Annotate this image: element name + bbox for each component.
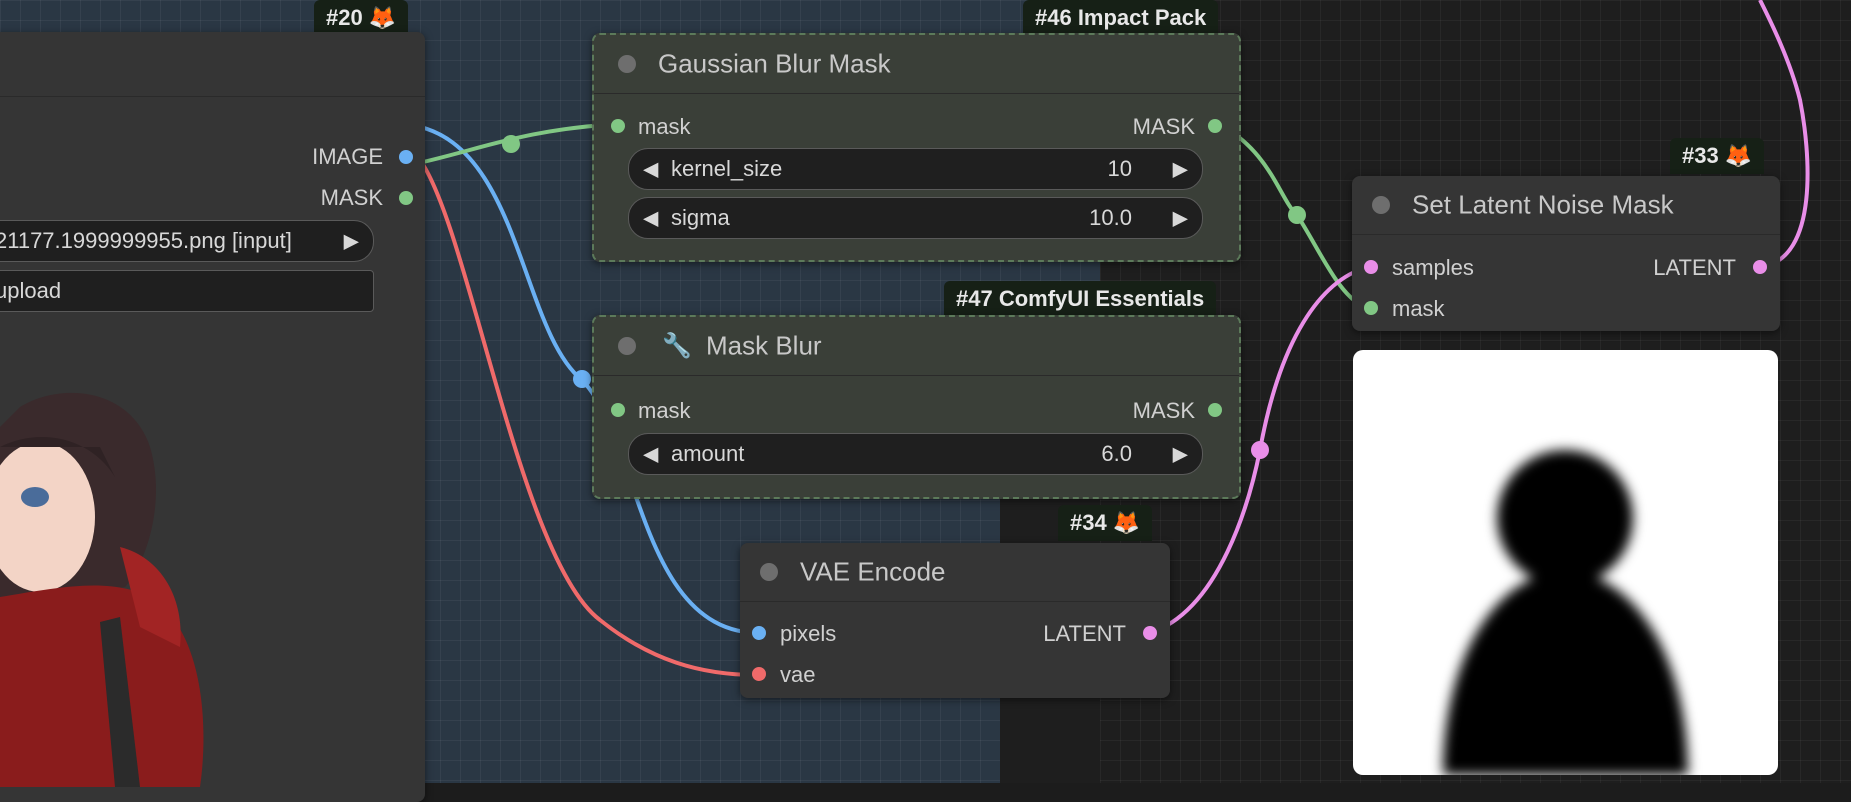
fox-icon: 🦊 — [1112, 510, 1141, 535]
output-slot-mask[interactable] — [1208, 119, 1222, 133]
reroute-dot[interactable] — [1251, 441, 1269, 459]
collapse-dot-icon[interactable] — [1372, 196, 1390, 214]
image-select-field[interactable]: 21177.1999999955.png [input] ▶ — [0, 220, 374, 262]
input-slot-samples[interactable] — [1364, 260, 1378, 274]
left-arrow-icon[interactable]: ◀ — [643, 442, 658, 467]
output-label-mask: MASK — [1132, 114, 1195, 139]
reroute-dot[interactable] — [502, 135, 520, 153]
output-label-mask: MASK — [1132, 398, 1195, 423]
node-id-badge: #20 🦊 — [314, 0, 409, 36]
left-arrow-icon[interactable]: ◀ — [643, 157, 658, 182]
node-header[interactable]: Set Latent Noise Mask — [1352, 176, 1780, 235]
input-slot-pixels[interactable] — [752, 626, 766, 640]
input-slot-mask[interactable] — [611, 119, 625, 133]
collapse-dot-icon[interactable] — [618, 55, 636, 73]
output-label-latent: LATENT — [1043, 621, 1126, 646]
right-arrow-icon[interactable]: ▶ — [344, 229, 359, 254]
image-preview — [0, 392, 204, 787]
input-label-vae: vae — [780, 662, 816, 687]
mask-silhouette — [1443, 450, 1688, 775]
sigma-widget[interactable]: ◀ sigma 10.0 ▶ — [628, 197, 1203, 239]
node-pack-badge: #47 ComfyUI Essentials — [944, 281, 1217, 317]
right-arrow-icon[interactable]: ▶ — [1173, 442, 1188, 467]
collapse-dot-icon[interactable] — [618, 337, 636, 355]
widget-value: 6.0 — [1101, 441, 1132, 466]
node-id: #20 — [326, 5, 363, 30]
input-label-samples: samples — [1392, 255, 1474, 280]
output-slot-mask[interactable] — [1208, 403, 1222, 417]
output-label-image: IMAGE — [312, 144, 383, 169]
widget-value: 10 — [1107, 156, 1132, 181]
output-slot-latent[interactable] — [1143, 626, 1157, 640]
node-id-badge: #33 🦊 — [1670, 138, 1765, 174]
input-slot-mask[interactable] — [611, 403, 625, 417]
input-label-mask: mask — [1392, 296, 1445, 321]
input-label-mask: mask — [638, 114, 691, 139]
output-slot-mask[interactable] — [399, 191, 413, 205]
mask-blur-node[interactable]: 🔧 Mask Blur mask MASK ◀ amount 6.0 ▶ — [592, 315, 1241, 499]
node-id: #33 — [1682, 143, 1719, 168]
input-slot-mask[interactable] — [1364, 301, 1378, 315]
widget-label: sigma — [671, 205, 730, 230]
left-arrow-icon[interactable]: ◀ — [643, 206, 658, 231]
output-slot-image[interactable] — [399, 150, 413, 164]
node-header[interactable]: 🔧 Mask Blur — [594, 317, 1239, 376]
kernel-size-widget[interactable]: ◀ kernel_size 10 ▶ — [628, 148, 1203, 190]
output-slot-latent[interactable] — [1753, 260, 1767, 274]
amount-widget[interactable]: ◀ amount 6.0 ▶ — [628, 433, 1203, 475]
output-label-latent: LATENT — [1653, 255, 1736, 280]
widget-value: 10.0 — [1089, 205, 1132, 230]
load-image-node[interactable]: IMAGE MASK 21177.1999999955.png [input] … — [0, 32, 425, 802]
node-id-badge: #34 🦊 — [1058, 505, 1153, 541]
widget-label: amount — [671, 441, 745, 466]
node-title: Mask Blur — [706, 330, 822, 361]
upload-button[interactable]: upload — [0, 270, 374, 312]
wrench-icon: 🔧 — [662, 332, 692, 360]
vae-encode-node[interactable]: VAE Encode pixels vae LATENT — [740, 543, 1170, 698]
node-title: VAE Encode — [800, 556, 946, 587]
reroute-dot[interactable] — [1288, 206, 1306, 224]
upload-label: upload — [0, 278, 62, 303]
right-arrow-icon[interactable]: ▶ — [1173, 157, 1188, 182]
fox-icon: 🦊 — [1724, 143, 1753, 168]
node-title: Gaussian Blur Mask — [658, 48, 891, 79]
node-header[interactable] — [0, 32, 425, 97]
reroute-dot[interactable] — [573, 370, 591, 388]
input-label-pixels: pixels — [780, 621, 837, 646]
node-header[interactable]: Gaussian Blur Mask — [594, 35, 1239, 94]
set-latent-noise-mask-node[interactable]: Set Latent Noise Mask samples mask LATEN… — [1352, 176, 1780, 331]
eye-shape — [21, 487, 49, 507]
input-slot-vae[interactable] — [752, 667, 766, 681]
input-label-mask: mask — [638, 398, 691, 423]
node-title: Set Latent Noise Mask — [1412, 189, 1674, 220]
collapse-dot-icon[interactable] — [760, 563, 778, 581]
image-filename: 21177.1999999955.png [input] — [0, 228, 292, 253]
fox-icon: 🦊 — [368, 5, 397, 30]
node-pack-badge: #46 Impact Pack — [1023, 0, 1219, 36]
node-header[interactable]: VAE Encode — [740, 543, 1170, 602]
node-id: #34 — [1070, 510, 1107, 535]
widget-label: kernel_size — [671, 156, 783, 181]
right-arrow-icon[interactable]: ▶ — [1173, 206, 1188, 231]
gaussian-blur-mask-node[interactable]: Gaussian Blur Mask mask MASK ◀ kernel_si… — [592, 33, 1241, 262]
output-label-mask: MASK — [320, 185, 383, 210]
mask-preview-image — [1353, 350, 1778, 775]
